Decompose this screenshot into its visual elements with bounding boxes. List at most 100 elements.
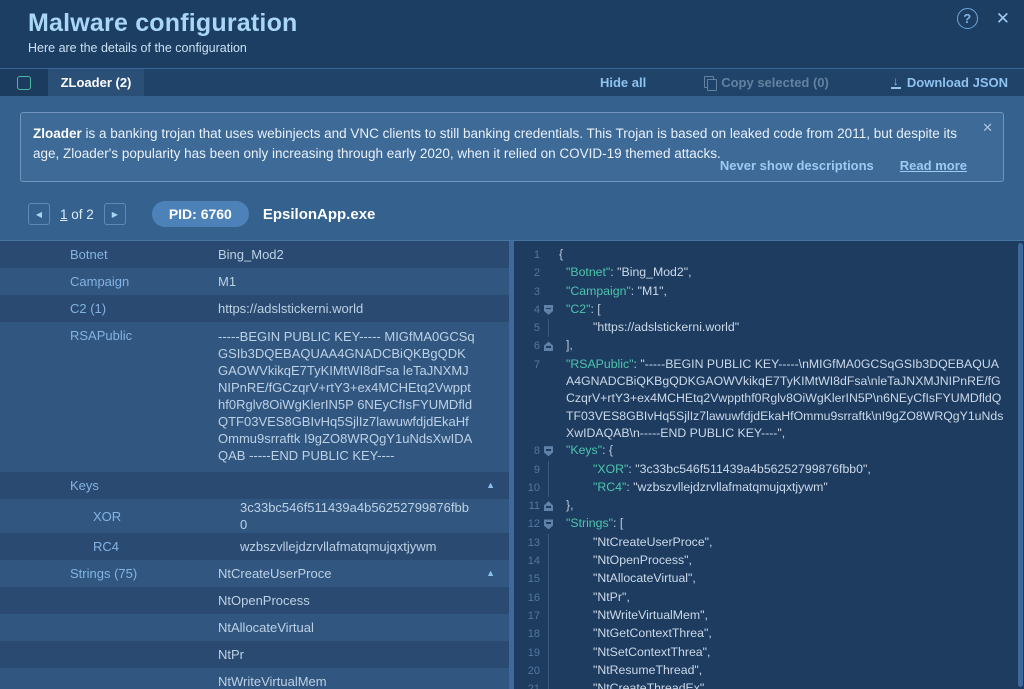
json-code: "NtPr", <box>557 589 1017 607</box>
table-row[interactable]: NtOpenProcess <box>0 587 509 614</box>
never-show-descriptions-link[interactable]: Never show descriptions <box>720 156 874 176</box>
json-code: "Campaign": "M1", <box>557 283 1017 301</box>
download-json-button[interactable]: ↓ Download JSON <box>891 75 1008 90</box>
config-panels: BotnetBing_Mod2CampaignM1C2 (1)https://a… <box>0 240 1024 689</box>
page-count: of 2 <box>71 207 94 222</box>
json-code: { <box>557 246 1017 264</box>
collapse-icon[interactable]: ▲ <box>486 568 495 578</box>
copy-selected-button[interactable]: Copy selected (0) <box>704 75 829 90</box>
page-indicator: 1 of 2 <box>60 207 94 222</box>
fold-gutter <box>540 534 557 552</box>
json-line: 4"C2": [ <box>514 301 1017 319</box>
row-value: https://adslstickerni.world <box>218 300 509 317</box>
malware-name: Zloader <box>33 126 82 141</box>
json-bracket: { <box>559 247 563 261</box>
row-value: NtWriteVirtualMem <box>218 673 509 689</box>
line-number: 17 <box>514 607 540 625</box>
fold-gutter <box>540 337 557 355</box>
table-row[interactable]: C2 (1)https://adslstickerni.world <box>0 295 509 322</box>
table-row[interactable]: CampaignM1 <box>0 268 509 295</box>
fold-end-icon[interactable] <box>544 341 553 351</box>
config-table-body: BotnetBing_Mod2CampaignM1C2 (1)https://a… <box>0 241 509 689</box>
table-row[interactable]: RSAPublic-----BEGIN PUBLIC KEY----- MIGf… <box>0 322 509 472</box>
line-number: 3 <box>514 283 540 301</box>
json-line: 9 "XOR": "3c33bc546f511439a4b56252799876f… <box>514 461 1017 479</box>
next-page-button[interactable]: ▶ <box>104 203 126 225</box>
json-code: "Keys": { <box>557 442 1017 460</box>
table-row[interactable]: NtWriteVirtualMem <box>0 668 509 689</box>
page-title: Malware configuration <box>28 9 1024 38</box>
json-scrollbar-thumb[interactable] <box>1018 243 1023 687</box>
json-string-value: "https://adslstickerni.world" <box>593 320 739 334</box>
table-row[interactable]: NtAllocateVirtual <box>0 614 509 641</box>
table-row[interactable]: Strings (75)NtCreateUserProce▲ <box>0 560 509 587</box>
table-row[interactable]: RC4wzbszvllejdzrvllafmatqmujqxtjywm <box>0 533 509 560</box>
json-line: 11}, <box>514 497 1017 515</box>
table-row[interactable]: XOR3c33bc546f511439a4b56252799876fbb0 <box>0 499 509 533</box>
config-table: BotnetBing_Mod2CampaignM1C2 (1)https://a… <box>0 241 509 689</box>
banner-close-icon[interactable]: ✕ <box>982 118 993 138</box>
fold-collapse-icon[interactable] <box>544 305 553 315</box>
toolbar: ZLoader (2) Hide all Copy selected (0) ↓… <box>0 68 1024 96</box>
json-code: ], <box>557 337 1017 355</box>
table-row[interactable]: Keys▲ <box>0 472 509 499</box>
json-line: 18"NtGetContextThrea", <box>514 625 1017 643</box>
fold-gutter <box>540 589 557 607</box>
close-icon[interactable]: ✕ <box>996 8 1010 29</box>
fold-gutter <box>540 515 557 533</box>
toolbar-spacer <box>144 69 600 96</box>
line-number: 8 <box>514 442 540 460</box>
row-value: NtCreateUserProce <box>218 565 509 582</box>
tab-zloader[interactable]: ZLoader (2) <box>48 69 144 96</box>
line-number: 20 <box>514 662 540 680</box>
table-row[interactable]: NtPr <box>0 641 509 668</box>
chevron-right-icon: ▶ <box>112 210 118 219</box>
select-all-checkbox[interactable] <box>17 76 31 90</box>
json-line: 10"RC4": "wzbszvllejdzrvllafmatqmujqxtjy… <box>514 479 1017 497</box>
help-icon[interactable]: ? <box>957 8 978 29</box>
chevron-left-icon: ◀ <box>36 210 42 219</box>
line-number: 4 <box>514 301 540 319</box>
current-page[interactable]: 1 <box>60 207 68 222</box>
json-key: "Strings" <box>566 516 613 530</box>
json-code: "NtSetContextThrea", <box>557 644 1017 662</box>
json-key: "Campaign" <box>566 284 631 298</box>
table-row[interactable]: BotnetBing_Mod2 <box>0 241 509 268</box>
pid-badge[interactable]: PID: 6760 <box>152 201 249 227</box>
line-number: 18 <box>514 625 540 643</box>
json-code: "XOR": "3c33bc546f511439a4b56252799876fb… <box>557 461 1017 479</box>
line-number: 5 <box>514 319 540 337</box>
collapse-icon[interactable]: ▲ <box>486 480 495 490</box>
fold-collapse-icon[interactable] <box>544 446 553 456</box>
hide-all-button[interactable]: Hide all <box>600 75 646 90</box>
line-number: 16 <box>514 589 540 607</box>
copy-icon <box>704 76 715 89</box>
page-subtitle: Here are the details of the configuratio… <box>28 41 1024 55</box>
line-number: 12 <box>514 515 540 533</box>
fold-collapse-icon[interactable] <box>544 519 553 529</box>
fold-end-icon[interactable] <box>544 501 553 511</box>
json-string-value: "NtResumeThread", <box>593 663 702 677</box>
json-code: "NtOpenProcess", <box>557 552 1017 570</box>
fold-gutter <box>540 570 557 588</box>
line-number: 9 <box>514 461 540 479</box>
fold-gutter <box>540 662 557 680</box>
row-label: Botnet <box>0 247 218 262</box>
line-number: 6 <box>514 337 540 355</box>
json-string-value: "NtPr", <box>593 590 630 604</box>
read-more-link[interactable]: Read more <box>900 156 967 176</box>
row-value: -----BEGIN PUBLIC KEY----- MIGfMA0GCSqGS… <box>218 328 509 464</box>
process-name: EpsilonApp.exe <box>263 206 376 223</box>
json-line: 17"NtWriteVirtualMem", <box>514 607 1017 625</box>
json-scrollbar <box>1017 241 1024 689</box>
fold-gutter <box>540 625 557 643</box>
json-key: "C2" <box>566 302 590 316</box>
row-label: Campaign <box>0 274 218 289</box>
row-label: Strings (75) <box>0 566 218 581</box>
json-line: 13"NtCreateUserProce", <box>514 534 1017 552</box>
fold-gutter <box>540 497 557 515</box>
row-value: Bing_Mod2 <box>218 246 509 263</box>
json-line: 3 "Campaign": "M1", <box>514 283 1017 301</box>
json-bracket: [ <box>620 516 623 530</box>
prev-page-button[interactable]: ◀ <box>28 203 50 225</box>
